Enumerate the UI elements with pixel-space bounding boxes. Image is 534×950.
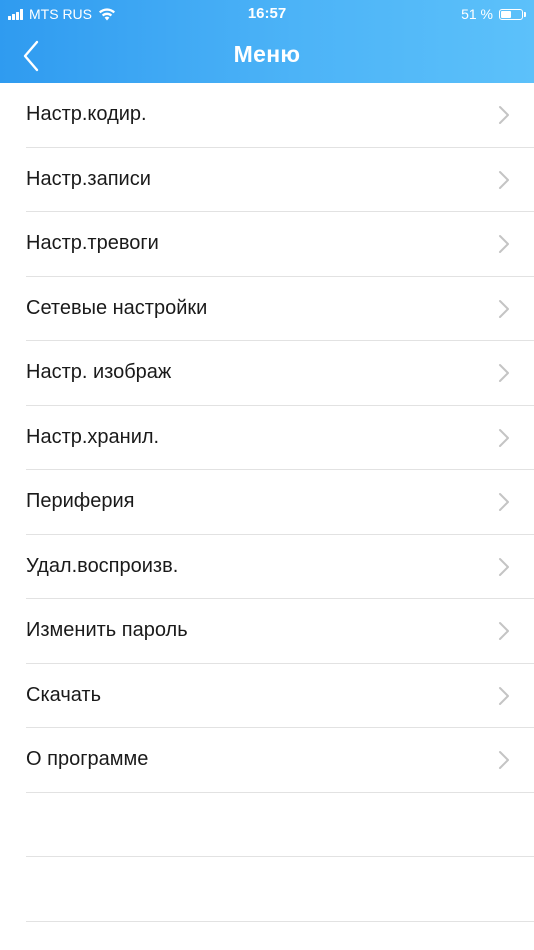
menu-item-alarm-settings[interactable]: Настр.тревоги: [0, 212, 534, 277]
menu-item-label: Настр.хранил.: [26, 425, 160, 448]
chevron-right-icon: [499, 686, 509, 705]
chevron-right-icon: [499, 751, 509, 769]
menu-item-label: Настр.кодир.: [26, 103, 147, 125]
chevron-right-icon: [499, 493, 509, 511]
menu-item-label: Настр. изображ: [26, 361, 172, 383]
menu-item-change-password[interactable]: Изменить пароль: [0, 599, 534, 664]
chevron-right-icon: [499, 557, 509, 576]
app-header: MTS RUS 16:57 51 % Меню: [0, 0, 534, 83]
status-bar: MTS RUS 16:57 51 %: [0, 0, 534, 28]
empty-row: [0, 793, 534, 858]
menu-item-label: Скачать: [26, 683, 101, 706]
chevron-right-icon: [499, 235, 509, 253]
navigation-bar: Меню: [0, 28, 534, 83]
chevron-right-icon: [499, 428, 509, 447]
menu-item-about[interactable]: О программе: [0, 728, 534, 793]
menu-item-remote-playback[interactable]: Удал.воспроизв.: [0, 535, 534, 600]
menu-item-label: Изменить пароль: [26, 619, 188, 641]
settings-menu-list: Настр.кодир. Настр.записи Настр.тревоги …: [0, 83, 534, 922]
battery-percentage: 51 %: [461, 6, 493, 22]
battery-icon: [499, 8, 523, 20]
menu-item-label: О программе: [26, 748, 149, 770]
menu-item-label: Удал.воспроизв.: [26, 554, 179, 577]
menu-item-download[interactable]: Скачать: [0, 664, 534, 729]
status-right: 51 %: [461, 6, 526, 22]
menu-item-image-settings[interactable]: Настр. изображ: [0, 341, 534, 406]
battery-level: [501, 10, 511, 18]
menu-item-peripherals[interactable]: Периферия: [0, 470, 534, 535]
menu-item-label: Настр.тревоги: [26, 232, 159, 254]
menu-item-label: Сетевые настройки: [26, 296, 208, 319]
chevron-right-icon: [499, 170, 509, 189]
menu-item-encoding-settings[interactable]: Настр.кодир.: [0, 83, 534, 148]
status-time: 16:57: [247, 5, 287, 22]
menu-item-label: Периферия: [26, 490, 135, 512]
menu-item-network-settings[interactable]: Сетевые настройки: [0, 277, 534, 342]
chevron-right-icon: [499, 622, 509, 640]
menu-item-label: Настр.записи: [26, 167, 151, 190]
menu-item-storage-settings[interactable]: Настр.хранил.: [0, 406, 534, 471]
chevron-right-icon: [499, 106, 509, 124]
page-title: Меню: [233, 41, 301, 67]
chevron-right-icon: [499, 364, 509, 382]
menu-item-recording-settings[interactable]: Настр.записи: [0, 148, 534, 213]
battery-tip: [524, 11, 526, 17]
chevron-right-icon: [499, 299, 509, 318]
empty-row: [0, 857, 534, 922]
